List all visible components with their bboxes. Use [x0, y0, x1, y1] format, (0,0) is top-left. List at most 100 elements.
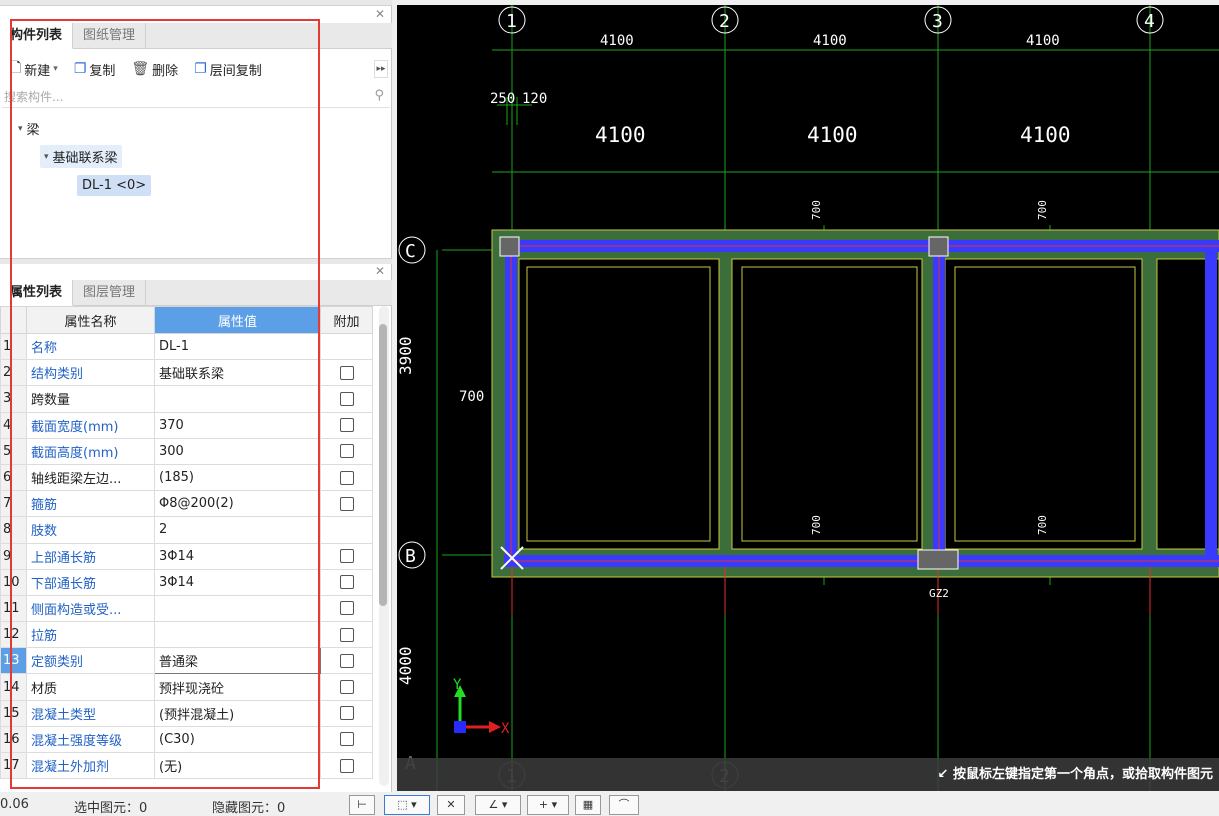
tree-label-dl1: DL-1 <0> [82, 178, 147, 193]
table-row[interactable]: 6 轴线距梁左边... (185) [0, 463, 373, 492]
property-value[interactable] [154, 621, 321, 649]
extra-checkbox[interactable] [339, 627, 354, 642]
table-row[interactable]: 3 跨数量 [0, 385, 373, 413]
table-row[interactable]: 16 混凝土强度等级 (C30) [0, 725, 373, 754]
table-row[interactable]: 2 结构类别 基础联系梁 [0, 359, 373, 387]
table-row[interactable]: 14 材质 预拌现浇砼 [0, 673, 373, 701]
tree-node-dl1[interactable]: DL-1 <0> [77, 175, 152, 196]
property-value[interactable]: (无) [154, 751, 321, 780]
property-value[interactable]: DL-1 [154, 332, 321, 361]
property-name: 混凝土强度等级 [26, 725, 155, 754]
table-row[interactable]: 12 拉筋 [0, 621, 373, 649]
extra-checkbox[interactable] [339, 758, 354, 773]
property-name: 拉筋 [26, 621, 155, 649]
tab-drawing-management[interactable]: 图纸管理 [73, 23, 147, 49]
property-value[interactable]: 预拌现浇砼 [154, 673, 321, 701]
new-button[interactable]: 🗋 新建 ▾ [4, 55, 64, 83]
header-extra[interactable]: 附加 [320, 306, 373, 334]
table-row[interactable]: 7 箍筋 Φ8@200(2) [0, 490, 373, 518]
expand-arrow-icon[interactable]: ▾ [44, 152, 49, 162]
extra-checkbox[interactable] [339, 549, 354, 564]
tree-label-beam: 梁 [26, 123, 40, 138]
panel-divider[interactable] [0, 258, 392, 264]
column-marker-gz2[interactable] [917, 549, 959, 570]
axis-label-c: C [405, 241, 416, 262]
draw-line-button[interactable]: ∠ ▾ [475, 795, 521, 815]
extra-checkbox[interactable] [339, 391, 354, 406]
floor-copy-button[interactable]: ❐ 层间复制 [188, 58, 268, 81]
table-row[interactable]: 10 下部通长筋 3Φ14 [0, 568, 373, 596]
status-hidden: 隐藏图元：0 [212, 801, 286, 816]
extra-checkbox[interactable] [339, 653, 354, 668]
display-toggle-button[interactable]: ▦ [575, 795, 601, 815]
table-row[interactable]: 8 肢数 2 [0, 516, 373, 544]
tab-component-list[interactable]: 构件列表 [0, 23, 74, 49]
dim-top-small-2: 4100 [813, 33, 847, 49]
property-value[interactable] [154, 594, 321, 623]
extra-checkbox[interactable] [339, 444, 354, 459]
extra-checkbox[interactable] [339, 601, 354, 616]
property-name: 混凝土外加剂 [26, 751, 155, 780]
property-value[interactable]: 3Φ14 [154, 542, 321, 570]
property-value[interactable]: 3Φ14 [154, 568, 321, 596]
extra-checkbox[interactable] [339, 496, 354, 511]
extra-checkbox[interactable] [339, 680, 354, 695]
column-marker-1[interactable] [499, 236, 520, 257]
extra-checkbox[interactable] [339, 732, 354, 747]
select-rect-button[interactable]: ⬚ ▾ [384, 795, 430, 815]
close-icon[interactable]: ✕ [375, 7, 385, 21]
search-icon[interactable]: ⚲ [374, 88, 384, 103]
extra-checkbox[interactable] [339, 365, 354, 380]
property-value[interactable]: 普通梁 [154, 647, 321, 675]
copy-button[interactable]: ❐ 复制 [68, 58, 122, 81]
property-value[interactable]: 基础联系梁 [154, 359, 321, 387]
arc-button[interactable]: ⌒ [609, 795, 639, 815]
table-row[interactable]: 17 混凝土外加剂 (无) [0, 751, 373, 780]
tree-node-beam[interactable]: ▾ 梁 [14, 117, 44, 140]
column-marker-2[interactable] [928, 236, 949, 257]
tree-node-foundation-beam[interactable]: ▾ 基础联系梁 [40, 145, 122, 168]
dim-top-small-3: 4100 [1026, 33, 1060, 49]
property-value[interactable]: (预拌混凝土) [154, 699, 321, 727]
header-value[interactable]: 属性值 [154, 306, 321, 334]
property-name: 材质 [26, 673, 155, 701]
panel-top-strip [0, 0, 392, 6]
property-value[interactable]: 370 [154, 411, 321, 439]
snap-orthogonal-button[interactable]: ⊢ [349, 795, 375, 815]
offset-button[interactable]: + ▾ [527, 795, 569, 815]
property-scroll-thumb[interactable] [379, 324, 387, 606]
row-number: 13 [0, 647, 27, 675]
header-name[interactable]: 属性名称 [26, 306, 155, 334]
search-input[interactable] [2, 89, 362, 104]
expand-arrow-icon[interactable]: ▾ [18, 124, 23, 134]
property-value[interactable]: 300 [154, 437, 321, 465]
copy-label: 复制 [89, 63, 116, 79]
cad-canvas[interactable]: 250 120 700 4100 4100 4100 4100 4100 410… [397, 5, 1219, 791]
extra-checkbox[interactable] [339, 418, 354, 433]
property-value[interactable]: (185) [154, 463, 321, 492]
extra-checkbox[interactable] [339, 575, 354, 590]
table-row[interactable]: 1 名称 DL-1 [0, 332, 373, 361]
chevron-down-icon[interactable]: ▾ [53, 64, 58, 74]
table-row[interactable]: 9 上部通长筋 3Φ14 [0, 542, 373, 570]
table-row[interactable]: 4 截面宽度(mm) 370 [0, 411, 373, 439]
more-icon[interactable]: ▸▸ [374, 60, 388, 78]
tab-property-list[interactable]: 属性列表 [0, 280, 74, 306]
property-value[interactable] [154, 385, 321, 413]
tab-layer-management[interactable]: 图层管理 [73, 280, 147, 306]
property-value[interactable]: (C30) [154, 725, 321, 754]
extra-checkbox[interactable] [339, 470, 354, 485]
ucs-axes-icon: Y X [453, 677, 510, 737]
close-icon[interactable]: ✕ [375, 264, 385, 278]
table-row[interactable]: 11 侧面构造或受... [0, 594, 373, 623]
property-value[interactable]: Φ8@200(2) [154, 490, 321, 518]
cross-select-button[interactable]: ✕ [437, 795, 465, 815]
extra-cell [320, 568, 373, 596]
property-value[interactable]: 2 [154, 516, 321, 544]
extra-checkbox[interactable] [339, 706, 354, 721]
table-row[interactable]: 15 混凝土类型 (预拌混凝土) [0, 699, 373, 727]
delete-button[interactable]: 🗑 删除 [125, 58, 184, 81]
table-row[interactable]: 5 截面高度(mm) 300 [0, 437, 373, 465]
table-row[interactable]: 13 定额类别 普通梁 [0, 647, 373, 675]
property-name: 上部通长筋 [26, 542, 155, 570]
